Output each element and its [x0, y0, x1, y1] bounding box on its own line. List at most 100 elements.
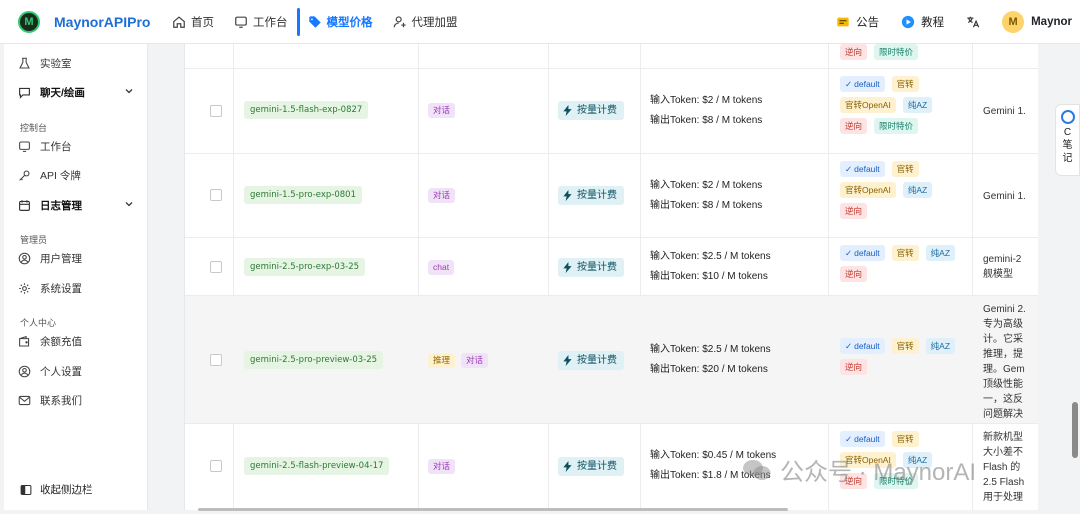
- billing-label: 按量计费: [577, 461, 617, 472]
- brand-name[interactable]: MaynorAPIPro: [54, 14, 162, 30]
- model-name-tag[interactable]: gemini-2.5-flash-preview-04-17: [244, 457, 390, 475]
- sidebar-item-label: 实验室: [40, 58, 72, 70]
- type-tag: chat: [428, 260, 455, 275]
- header-right: 公告 教程 M Maynor: [836, 0, 1080, 44]
- badge-official: 官转: [891, 161, 919, 177]
- user-circle-icon: [18, 365, 31, 378]
- float-note-line2: 记: [1062, 153, 1073, 164]
- nav-workbench-label: 工作台: [253, 16, 288, 29]
- sidebar-item-sys-settings[interactable]: 系统设置: [18, 281, 142, 296]
- sidebar-item-label: 聊天/绘画: [40, 87, 85, 99]
- lightning-icon: [563, 355, 572, 366]
- sidebar-item-contact[interactable]: 联系我们: [18, 393, 142, 408]
- badge-pure-az: 纯AZ: [925, 338, 956, 354]
- type-tag: 对话: [461, 353, 489, 368]
- horizontal-scrollbar[interactable]: [198, 508, 788, 511]
- sidebar-item-label: API 令牌: [40, 170, 81, 182]
- sidebar-item-label: 联系我们: [40, 395, 82, 407]
- billing-tag: 按量计费: [558, 101, 624, 120]
- sidebar-item-chat-draw[interactable]: 聊天/绘画: [18, 85, 142, 100]
- table-row-partial: 逆向 限时特价: [185, 44, 1038, 69]
- type-tags: 推理 对话: [428, 353, 489, 368]
- description-line: 理。Gem: [983, 364, 1025, 375]
- sidebar-item-lab[interactable]: 实验室: [18, 56, 142, 71]
- sidebar-item-label: 用户管理: [40, 253, 82, 265]
- sidebar-item-user-mgmt[interactable]: 用户管理: [18, 251, 142, 266]
- mail-icon: [18, 395, 31, 406]
- billing-tag: 按量计费: [558, 351, 624, 370]
- output-price: 输出Token: $8 / M tokens: [650, 115, 763, 126]
- sidebar-group-admin: 管理员: [20, 235, 48, 245]
- description-line: 问题解决: [983, 409, 1023, 420]
- channel-badges: ✓ default 官转 官转OpenAI 纯AZ 逆向 限时特价: [840, 76, 960, 134]
- nav-agent-join[interactable]: 代理加盟: [383, 0, 468, 44]
- nav-workbench[interactable]: 工作台: [224, 0, 298, 44]
- floating-notes-button[interactable]: C 笔 记: [1055, 104, 1080, 176]
- model-name-tag[interactable]: gemini-1.5-flash-exp-0827: [244, 101, 369, 119]
- badge-official-openai: 官转OpenAI: [840, 182, 896, 198]
- announcement-label: 公告: [856, 16, 880, 29]
- user-circle-icon: [18, 252, 31, 265]
- model-name-tag[interactable]: gemini-1.5-pro-exp-0801: [244, 186, 363, 204]
- watermark: 公众号 · MaynorAI: [742, 452, 976, 487]
- announcement-button[interactable]: 公告: [836, 14, 879, 30]
- description-line: 大小差不: [983, 447, 1023, 458]
- wechat-icon: [743, 459, 771, 480]
- row-checkbox[interactable]: [210, 460, 222, 472]
- badge-official-openai: 官转OpenAI: [840, 97, 896, 113]
- app-root: M MaynorAPIPro 首页 工作台 模型价格 代理加盟 公告 教程 M …: [0, 0, 1080, 514]
- sidebar-item-personal-settings[interactable]: 个人设置: [18, 364, 142, 379]
- description-line: 2.5 Flash: [983, 477, 1025, 488]
- row-checkbox[interactable]: [210, 105, 222, 117]
- badge-official: 官转: [891, 338, 919, 354]
- tutorial-label: 教程: [921, 16, 945, 29]
- sidebar-item-api-token[interactable]: API 令牌: [18, 168, 142, 183]
- check-icon: ✓: [845, 248, 853, 258]
- badge-default: ✓ default: [840, 76, 885, 92]
- type-tags: 对话: [428, 188, 456, 203]
- model-name-tag[interactable]: gemini-2.5-pro-preview-03-25: [244, 351, 384, 369]
- vertical-scrollbar[interactable]: [1072, 402, 1078, 458]
- sidebar-item-recharge[interactable]: 余额充值: [18, 334, 142, 349]
- chevron-down-icon: [125, 202, 133, 207]
- badge-reverse: 逆向: [840, 118, 868, 134]
- badge-official: 官转: [891, 431, 919, 447]
- nav-model-pricing-label: 模型价格: [326, 16, 373, 29]
- badge-pure-az: 纯AZ: [902, 182, 933, 198]
- sidebar-item-label: 余额充值: [40, 336, 82, 348]
- description-line: Gemini 1.: [983, 191, 1026, 202]
- model-name-tag[interactable]: gemini-2.5-pro-exp-03-25: [244, 258, 366, 276]
- sidebar: 实验室 聊天/绘画 控制台 工作台 API 令牌 日志管理 管理员 用户管理 系: [4, 44, 148, 510]
- description-line: Gemini 2.: [983, 304, 1026, 315]
- sidebar-item-log-mgmt[interactable]: 日志管理: [18, 198, 142, 213]
- table-row: gemini-2.5-pro-preview-03-25 推理 对话 按量计费 …: [185, 296, 1038, 424]
- language-button[interactable]: [966, 15, 980, 29]
- description-line: 舰模型: [983, 269, 1013, 280]
- collapse-sidebar-button[interactable]: 收起侧边栏: [20, 482, 93, 497]
- tutorial-button[interactable]: 教程: [901, 14, 944, 30]
- description-line: 推理，提: [983, 349, 1023, 360]
- type-tag: 对话: [428, 459, 456, 474]
- brand-logo[interactable]: M: [18, 10, 40, 33]
- row-checkbox[interactable]: [210, 189, 222, 201]
- model-description: Gemini 1.: [983, 104, 1038, 119]
- billing-label: 按量计费: [577, 190, 617, 201]
- description-line: 专为高级: [983, 319, 1023, 330]
- user-menu[interactable]: M Maynor: [1002, 10, 1072, 33]
- pricing-table: 逆向 限时特价 gemini-1.5-flash-exp-0827 对话 按量计…: [184, 44, 1038, 510]
- sidebar-item-label: 日志管理: [40, 200, 82, 212]
- gear-icon: [19, 283, 30, 294]
- type-tags: 对话: [428, 459, 456, 474]
- row-checkbox[interactable]: [210, 261, 222, 273]
- channel-badges: ✓ default 官转 纯AZ 逆向: [840, 338, 960, 375]
- sidebar-item-workbench[interactable]: 工作台: [18, 139, 142, 154]
- badge-default-label: default: [854, 434, 880, 444]
- description-line: 一，这反: [983, 394, 1023, 405]
- billing-tag: 按量计费: [558, 457, 624, 476]
- row-checkbox[interactable]: [210, 354, 222, 366]
- top-header: M MaynorAPIPro 首页 工作台 模型价格 代理加盟 公告 教程 M …: [0, 0, 1080, 44]
- channel-badges: 逆向 限时特价: [840, 44, 960, 60]
- nav-model-pricing[interactable]: 模型价格: [296, 0, 383, 44]
- nav-home[interactable]: 首页: [162, 0, 224, 44]
- description-line: 用于处理: [983, 492, 1023, 503]
